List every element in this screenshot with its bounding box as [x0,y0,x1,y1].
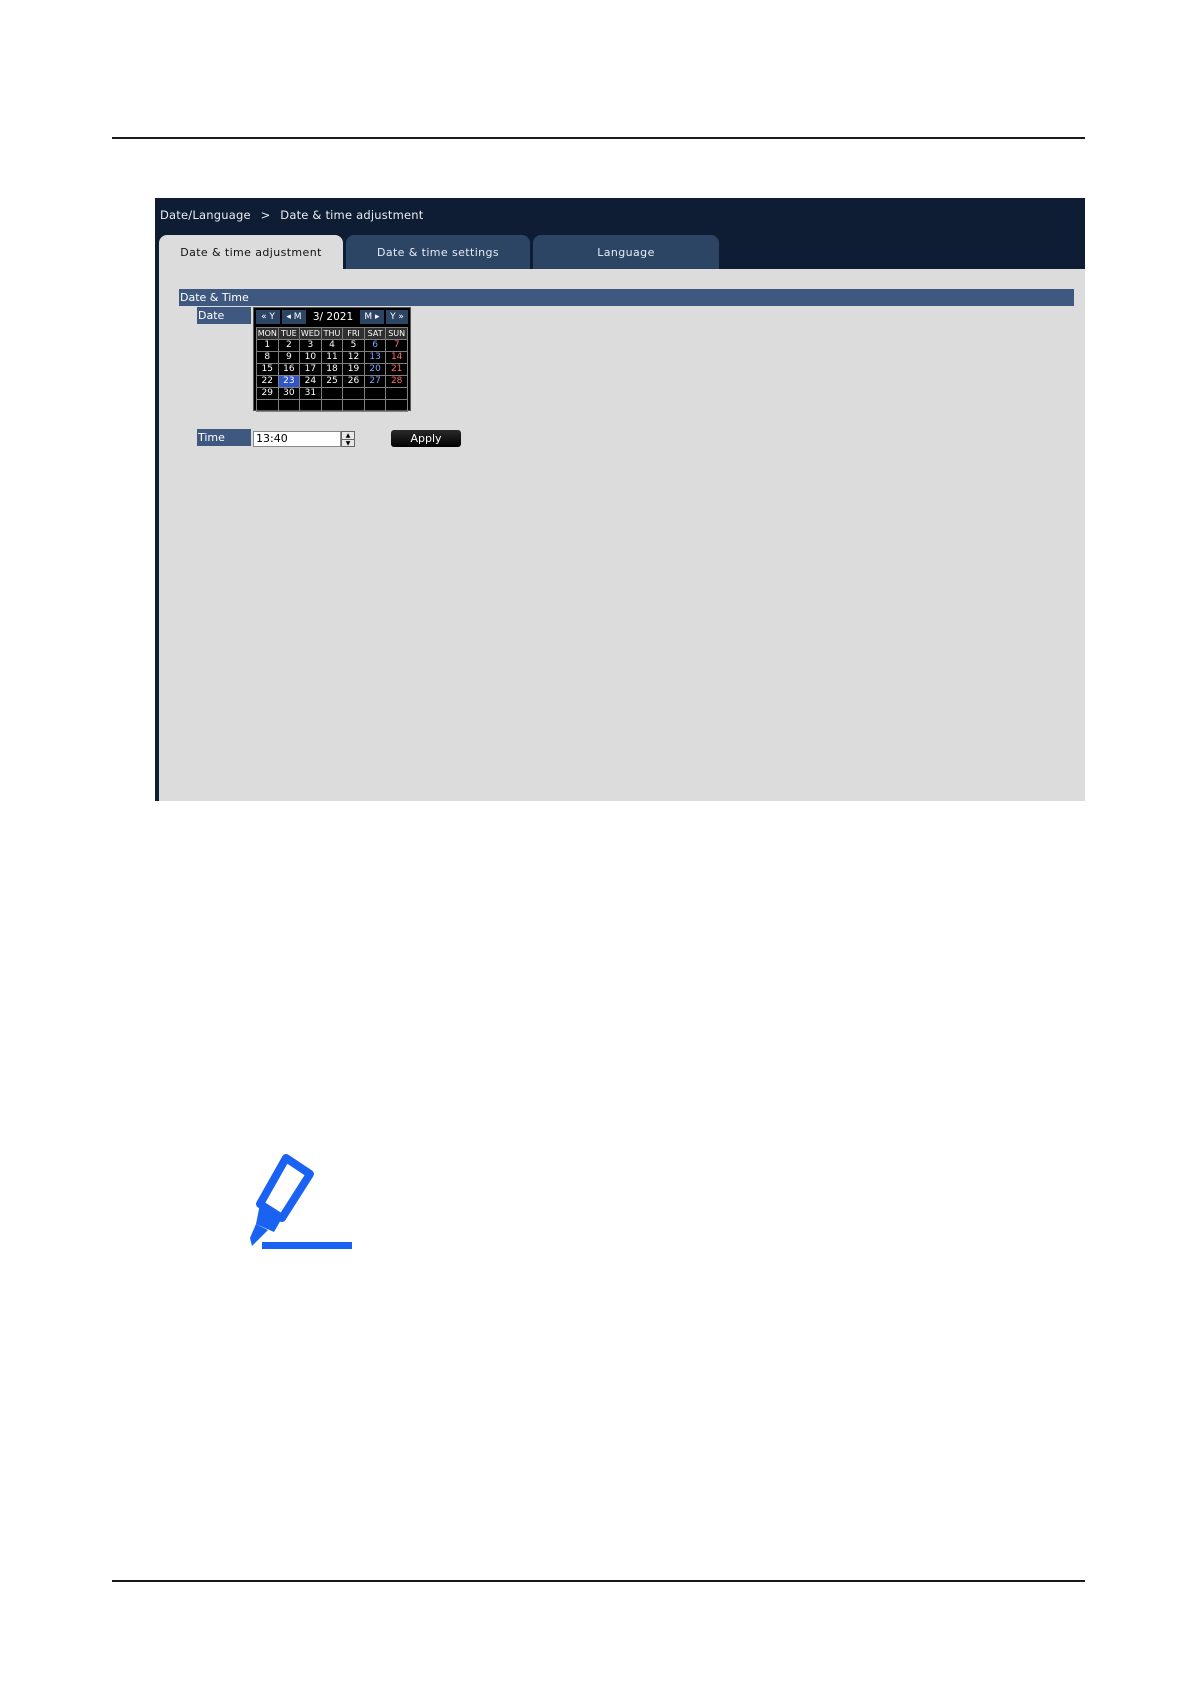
calendar-day[interactable]: 21 [385,363,408,376]
calendar-days: 1 2 3 4 5 6 7 8 9 10 11 12 13 14 15 16 17 18 19 20 21 22 23 24 2… [256,339,408,412]
calendar-day [256,399,279,412]
calendar-day[interactable]: 15 [256,363,279,376]
next-year-button[interactable]: Y » [386,310,408,324]
weekday-header-row: MON TUE WED THU FRI SAT SUN [256,327,408,340]
calendar-day [320,399,344,412]
calendar-day [385,399,408,412]
weekday-thu: THU [320,327,344,340]
calendar-day [385,387,408,400]
footer-rule [112,1580,1085,1582]
date-label: Date [197,307,251,324]
settings-screen: Date/Language > Date & time adjustment D… [155,198,1085,801]
triangle-up-icon[interactable]: ▲ [342,432,354,440]
calendar-week-row: 8 9 10 11 12 13 14 [256,351,408,364]
calendar-day[interactable]: 16 [277,363,301,376]
calendar-day [363,387,387,400]
time-input[interactable]: 13:40 [253,431,341,447]
breadcrumb: Date/Language > Date & time adjustment [160,208,424,222]
calendar-day[interactable]: 4 [320,339,344,352]
calendar-day [342,399,365,412]
calendar-day[interactable]: 30 [277,387,301,400]
calendar-day[interactable]: 13 [363,351,387,364]
calendar-week-row [256,399,408,412]
calendar-day[interactable]: 8 [256,351,279,364]
date-calendar: « Y ◂ M 3/ 2021 M ▸ Y » MON TUE WED THU … [253,307,411,412]
content-panel: Date & Time Date « Y ◂ M 3/ 2021 M ▸ Y »… [159,269,1085,801]
calendar-day[interactable]: 29 [256,387,279,400]
calendar-day[interactable]: 10 [299,351,322,364]
triangle-down-icon[interactable]: ▼ [342,440,354,447]
calendar-day[interactable]: 20 [363,363,387,376]
calendar-day[interactable]: 5 [342,339,365,352]
calendar-day[interactable]: 1 [256,339,279,352]
calendar-day[interactable]: 2 [277,339,301,352]
calendar-day[interactable]: 6 [363,339,387,352]
calendar-day [363,399,387,412]
calendar-week-row: 29 30 31 [256,387,408,400]
calendar-day[interactable]: 14 [385,351,408,364]
tab-date-time-adjustment[interactable]: Date & time adjustment [159,235,343,269]
calendar-day [277,399,301,412]
time-spinner[interactable]: ▲ ▼ [341,431,355,447]
breadcrumb-separator: > [260,208,271,222]
calendar-week-row: 1234567 [256,339,408,352]
tab-language[interactable]: Language [533,235,719,269]
calendar-day[interactable]: 31 [299,387,322,400]
calendar-day[interactable]: 7 [385,339,408,352]
weekday-mon: MON [256,327,279,340]
calendar-day[interactable]: 11 [320,351,344,364]
calendar-week-row: 22 23 24 25 26 27 28 [256,375,408,388]
tab-date-time-settings[interactable]: Date & time settings [346,235,530,269]
section-title: Date & Time [179,289,1074,306]
calendar-day[interactable]: 12 [342,351,365,364]
calendar-day[interactable]: 22 [256,375,279,388]
weekday-tue: TUE [277,327,301,340]
calendar-day[interactable]: 23 [277,375,301,388]
calendar-week-row: 15 16 17 18 19 20 21 [256,363,408,376]
calendar-day [342,387,365,400]
calendar-day[interactable]: 28 [385,375,408,388]
breadcrumb-parent: Date/Language [160,208,251,222]
calendar-day[interactable]: 3 [299,339,322,352]
weekday-wed: WED [299,327,322,340]
calendar-day[interactable]: 9 [277,351,301,364]
calendar-day [320,387,344,400]
prev-month-button[interactable]: ◂ M [282,310,306,324]
breadcrumb-current: Date & time adjustment [280,208,424,222]
calendar-day[interactable]: 25 [320,375,344,388]
calendar-day[interactable]: 18 [320,363,344,376]
calendar-day[interactable]: 24 [299,375,322,388]
month-year-display: 3/ 2021 [308,310,358,324]
weekday-fri: FRI [342,327,365,340]
calendar-day[interactable]: 17 [299,363,322,376]
time-label: Time [197,429,251,446]
prev-year-button[interactable]: « Y [256,310,280,324]
calendar-day [299,399,322,412]
next-month-button[interactable]: M ▸ [360,310,384,324]
weekday-sat: SAT [363,327,387,340]
calendar-day[interactable]: 19 [342,363,365,376]
header-rule [112,137,1085,139]
highlighter-pen-icon [244,1146,354,1258]
calendar-day[interactable]: 27 [363,375,387,388]
calendar-day[interactable]: 26 [342,375,365,388]
weekday-sun: SUN [385,327,408,340]
calendar-grid: MON TUE WED THU FRI SAT SUN 1 2 3 4 5 6 7 8 9 10 1… [256,327,408,412]
apply-button[interactable]: Apply [391,430,461,447]
